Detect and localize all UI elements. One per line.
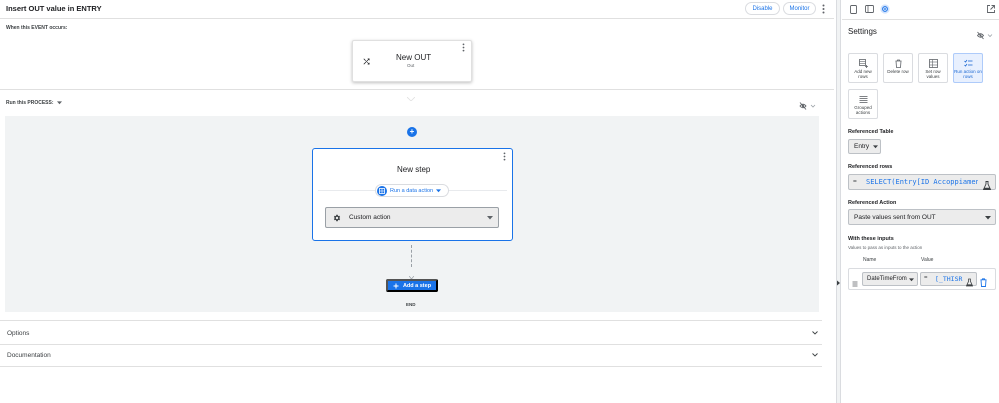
- chevron-down-icon: [987, 34, 993, 38]
- shuffle-icon: [362, 53, 371, 65]
- add-step-button[interactable]: Add a step: [386, 279, 438, 292]
- process-section-label[interactable]: Run this PROCESS:: [6, 100, 62, 106]
- tile-label: Set row values: [925, 69, 941, 79]
- referenced-table-label: Referenced Table: [848, 129, 894, 135]
- step-type-chip[interactable]: Run a data action: [375, 184, 449, 197]
- caret-down-icon: [873, 144, 879, 148]
- process-dropdown-icon[interactable]: [56, 101, 62, 105]
- caret-down-icon: [909, 278, 914, 282]
- accordion-divider: [0, 320, 822, 321]
- referenced-table-select[interactable]: Entry: [848, 139, 881, 154]
- step-title[interactable]: New step: [397, 165, 430, 174]
- grouped-actions-icon: [859, 96, 867, 103]
- event-title: New OUT: [396, 53, 432, 62]
- plus-icon: [393, 283, 399, 288]
- caret-down-icon: [436, 188, 442, 192]
- panel-header-divider: [842, 19, 999, 20]
- more-options-icon[interactable]: [819, 3, 827, 15]
- input-name-select[interactable]: DateTimeFrom: [862, 272, 918, 286]
- chevron-down-icon: [810, 104, 816, 108]
- action-tile-run-action-on-rows[interactable]: Run action on rows: [953, 53, 983, 83]
- inputs-label: With these inputs: [848, 236, 894, 242]
- page-title: Insert OUT value in ENTRY: [6, 4, 102, 13]
- gear-icon: [333, 214, 341, 221]
- eye-off-icon: [799, 102, 807, 110]
- caret-down-icon: [487, 216, 493, 220]
- event-more-icon[interactable]: [460, 43, 466, 52]
- referenced-rows-expression[interactable]: SELECT(Entry[ID Accoppiamento: [866, 178, 978, 186]
- event-section-label: When this EVENT occurs:: [6, 25, 68, 31]
- equals-sign: =: [853, 178, 857, 185]
- documentation-label: Documentation: [7, 351, 51, 359]
- action-tile-grouped-actions[interactable]: Grouped actions: [848, 89, 878, 119]
- panel-splitter[interactable]: [836, 0, 841, 403]
- set-row-values-icon: [928, 59, 938, 68]
- accordion-divider: [0, 366, 822, 367]
- inputs-help-text: Values to pass as inputs to the action: [848, 245, 923, 250]
- options-label: Options: [7, 329, 30, 337]
- tile-label: Add new rows: [854, 69, 872, 79]
- step-type-label: Run a data action: [390, 187, 434, 194]
- caret-down-icon: [985, 216, 991, 220]
- referenced-table-value: Entry: [854, 143, 870, 150]
- input-name-value: DateTimeFrom: [867, 276, 907, 282]
- action-tile-delete-row[interactable]: Delete row: [883, 53, 913, 83]
- options-accordion[interactable]: Options: [0, 322, 822, 344]
- column-header-name: Name: [863, 257, 877, 263]
- settings-title: Settings: [848, 27, 877, 36]
- header-divider: [0, 18, 834, 19]
- connector-arrow-icon: [408, 266, 415, 280]
- tile-label: Delete row: [887, 69, 909, 74]
- data-action-icon: [377, 185, 387, 196]
- open-external-icon[interactable]: [986, 4, 996, 14]
- referenced-action-value: Paste values sent from OUT: [854, 213, 936, 221]
- chevron-down-icon: [812, 331, 818, 335]
- settings-visibility-toggle[interactable]: [976, 27, 993, 40]
- tile-label: Run action on rows: [954, 69, 982, 79]
- referenced-action-label: Referenced Action: [848, 200, 897, 206]
- custom-action-label: Custom action: [349, 214, 391, 221]
- referenced-rows-label: Referenced rows: [848, 164, 893, 170]
- flask-icon[interactable]: [965, 274, 974, 287]
- add-step-label: Add a step: [402, 282, 432, 289]
- column-header-value: Value: [921, 257, 934, 263]
- insert-step-icon[interactable]: +: [407, 127, 417, 137]
- chevron-down-icon: [812, 353, 818, 357]
- collapse-arrow-icon[interactable]: [836, 273, 841, 286]
- end-label: END: [406, 302, 416, 307]
- run-action-icon: [963, 59, 972, 67]
- disable-button[interactable]: Disable: [745, 2, 780, 15]
- monitor-button[interactable]: Monitor: [783, 2, 816, 15]
- process-label-text: Run this PROCESS:: [6, 100, 54, 106]
- settings-view-icon[interactable]: [880, 4, 890, 14]
- action-tile-set-row-values[interactable]: Set row values: [918, 53, 948, 83]
- input-value-expression[interactable]: [_THISR: [935, 275, 963, 283]
- tablet-view-icon[interactable]: [864, 4, 874, 14]
- eye-off-icon: [976, 31, 985, 40]
- connector-caret-icon: [406, 88, 416, 102]
- equals-sign: =: [924, 275, 928, 281]
- add-rows-icon: [858, 59, 868, 68]
- drag-handle-icon[interactable]: [852, 275, 858, 287]
- step-connector: [411, 245, 412, 267]
- referenced-action-select[interactable]: Paste values sent from OUT: [848, 209, 996, 225]
- tile-label: Grouped actions: [854, 105, 872, 115]
- visibility-toggle[interactable]: [799, 98, 817, 110]
- phone-view-icon[interactable]: [848, 4, 858, 14]
- step-more-icon[interactable]: [501, 151, 507, 161]
- custom-action-select[interactable]: Custom action: [325, 207, 499, 228]
- flask-icon[interactable]: [982, 177, 992, 190]
- delete-row-icon: [895, 59, 901, 68]
- delete-input-icon[interactable]: [980, 274, 987, 287]
- documentation-accordion[interactable]: Documentation: [0, 344, 822, 366]
- event-subtitle: Out: [407, 63, 415, 68]
- event-divider: [0, 89, 834, 90]
- action-tile-add-new-rows[interactable]: Add new rows: [848, 53, 878, 83]
